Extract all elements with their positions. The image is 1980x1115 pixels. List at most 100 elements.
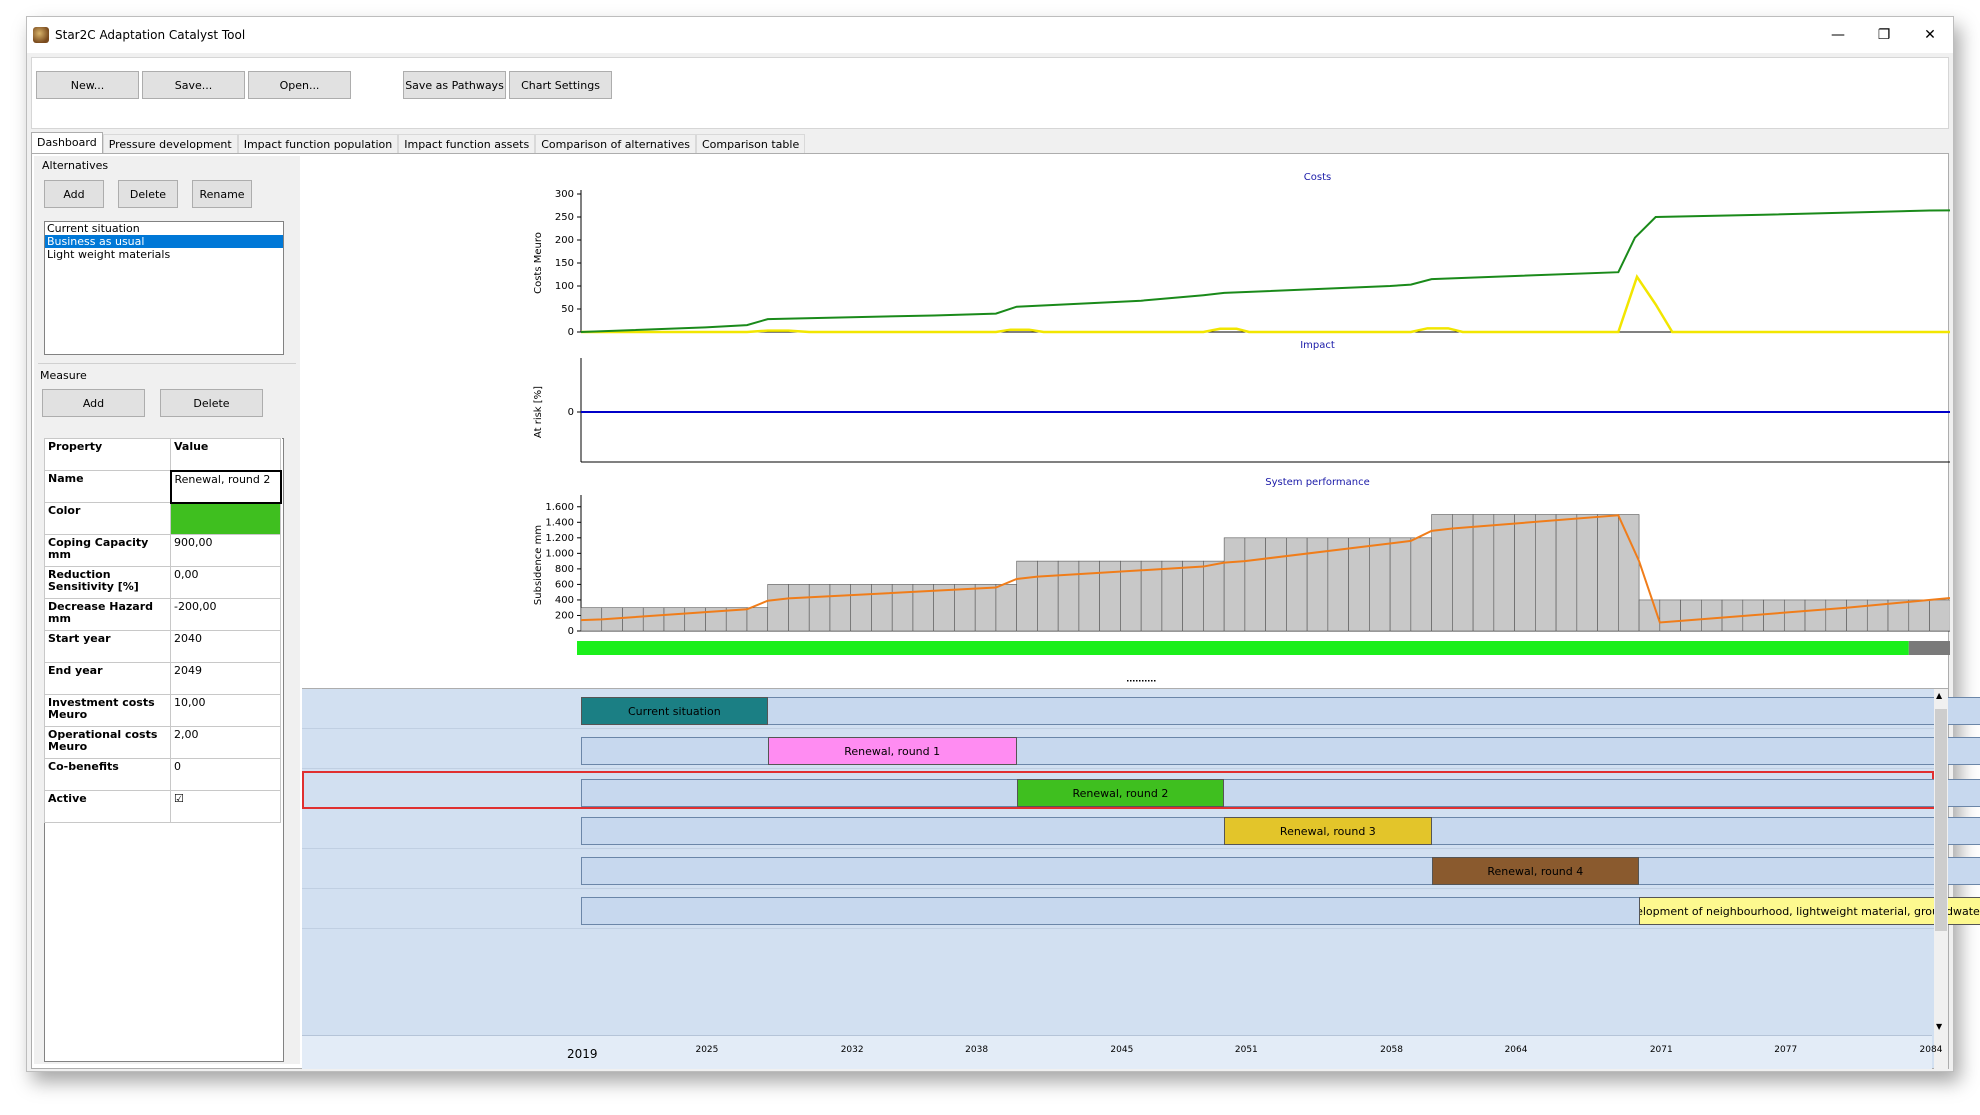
status-strip-inactive (1908, 641, 1950, 655)
tab-pressure-development[interactable]: Pressure development (102, 134, 238, 154)
y-tick-label: 150 (555, 258, 574, 269)
y-tick-label: 200 (555, 610, 574, 621)
timeline-row[interactable]: Renewal, round 1 (302, 731, 1980, 769)
splitter-grip-dot (1130, 680, 1132, 682)
minimize-button[interactable]: — (1815, 17, 1861, 53)
property-row: Decrease Hazard mm -200,00 (44, 598, 281, 631)
alternative-add-button[interactable]: Add (44, 180, 104, 208)
property-key: End year (44, 662, 171, 695)
property-key: Investment costs Meuro (44, 694, 171, 727)
property-value[interactable]: 2040 (170, 630, 281, 663)
splitter-grip-dot (1136, 680, 1138, 682)
property-row: Color (44, 502, 281, 535)
property-value[interactable]: 2,00 (170, 726, 281, 759)
tab-dashboard[interactable]: Dashboard (31, 132, 103, 154)
pathway-timeline: Current situation Renewal, round 1 Renewal… (302, 688, 1980, 1069)
y-tick-label: 1.200 (545, 533, 574, 544)
property-value[interactable]: 0 (170, 758, 281, 791)
chart-title: Impact (1300, 340, 1335, 351)
capacity-bar (954, 584, 976, 632)
alternative-rename-button[interactable]: Rename (192, 180, 252, 208)
timeline-year-label: 2025 (695, 1045, 719, 1055)
save-as-pathways-button[interactable]: Save as Pathways (403, 71, 506, 99)
save-button[interactable]: Save... (142, 71, 245, 99)
capacity-bar (974, 584, 997, 632)
capacity-bar (1472, 514, 1495, 632)
timeline-row[interactable]: Renewal, round 4 (302, 851, 1980, 889)
capacity-bar (1410, 537, 1432, 632)
color-swatch[interactable] (170, 502, 281, 535)
y-axis-label: At risk [%] (533, 386, 544, 438)
active-checkbox[interactable]: ☑ (170, 790, 281, 823)
capacity-bar (1078, 560, 1100, 632)
property-value[interactable]: 10,00 (170, 694, 281, 727)
scroll-down-icon[interactable]: ▼ (1936, 1022, 1942, 1031)
chart-settings-button[interactable]: Chart Settings (509, 71, 612, 99)
measure-block[interactable]: Renewal, round 1 (767, 737, 1017, 765)
property-value[interactable]: 2049 (170, 662, 281, 695)
y-tick-label: 0 (568, 327, 574, 338)
property-key: Name (44, 470, 171, 503)
list-item[interactable]: Current situation (45, 222, 283, 235)
property-value[interactable]: 0,00 (170, 566, 281, 599)
list-item[interactable]: Light weight materials (45, 248, 283, 261)
timeline-row[interactable]: Current situation (302, 691, 1980, 729)
title-bar: Star2C Adaptation Catalyst Tool — ❐ ✕ (27, 17, 1953, 53)
measure-block[interactable]: Redevelopment of neighbourhood, lightwei… (1639, 897, 1980, 925)
list-item-selected[interactable]: Business as usual (45, 235, 283, 248)
property-key: Operational costs Meuro (44, 726, 171, 759)
capacity-bar (1431, 514, 1453, 632)
alternatives-list[interactable]: Current situation Business as usual Ligh… (44, 221, 284, 355)
y-axis-label: Costs Meuro (533, 232, 544, 294)
splitter-grip-dot (1151, 680, 1153, 682)
property-key: Color (44, 502, 171, 535)
property-row: Active ☑ (44, 790, 281, 823)
measure-add-button[interactable]: Add (42, 389, 145, 417)
close-button[interactable]: ✕ (1907, 17, 1953, 53)
scroll-thumb[interactable] (1935, 709, 1947, 931)
capacity-bar (1452, 514, 1474, 632)
measure-delete-button[interactable]: Delete (160, 389, 263, 417)
tab-impact-function-assets[interactable]: Impact function assets (398, 134, 536, 154)
measure-block[interactable]: Renewal, round 2 (1016, 779, 1225, 807)
property-value[interactable]: -200,00 (170, 598, 281, 631)
capacity-bar (808, 584, 831, 632)
y-tick-label: 1.000 (545, 548, 574, 559)
timeline-row[interactable]: Renewal, round 3 (302, 811, 1980, 849)
alternative-delete-button[interactable]: Delete (118, 180, 178, 208)
status-strip-active (577, 641, 1909, 655)
capacity-bar (1161, 560, 1183, 632)
capacity-bar (1908, 599, 1930, 632)
y-tick-label: 200 (555, 235, 574, 246)
timeline-scrollbar[interactable]: ▲ ▼ (1934, 689, 1948, 1069)
capacity-bar (1887, 599, 1910, 632)
timeline-year-label: 2019 (567, 1047, 598, 1061)
capacity-bar (1804, 599, 1827, 632)
open-button[interactable]: Open... (248, 71, 351, 99)
scroll-up-icon[interactable]: ▲ (1936, 691, 1942, 700)
property-header: Property (44, 438, 171, 471)
measure-block[interactable]: Current situation (581, 697, 768, 725)
divider (38, 363, 296, 364)
timeline-row-selected[interactable]: Renewal, round 2 (302, 771, 1980, 809)
property-value[interactable]: 900,00 (170, 534, 281, 567)
timeline-year-label: 2045 (1110, 1045, 1134, 1055)
measure-block[interactable]: Renewal, round 4 (1431, 857, 1640, 885)
capacity-bar (1846, 599, 1868, 632)
splitter-grip-dot (1145, 680, 1147, 682)
y-axis-label: Subsidence mm (533, 525, 544, 605)
app-window: Star2C Adaptation Catalyst Tool — ❐ ✕ Ne… (26, 16, 1980, 1072)
tab-comparison-table[interactable]: Comparison table (696, 134, 806, 154)
capacity-bar (850, 584, 872, 632)
measure-block[interactable]: Renewal, round 3 (1224, 817, 1432, 845)
capacity-bar (1514, 514, 1536, 632)
tab-impact-function-population[interactable]: Impact function population (237, 134, 399, 154)
capacity-bar (1783, 599, 1806, 632)
tab-comparison-of-alternatives[interactable]: Comparison of alternatives (535, 134, 696, 154)
y-tick-label: 600 (555, 579, 574, 590)
name-field[interactable]: Renewal, round 2 (169, 469, 282, 504)
restore-button[interactable]: ❐ (1861, 17, 1907, 53)
timeline-row[interactable]: Redevelopment of neighbourhood, lightwei… (302, 891, 1980, 929)
timeline-year-label: 2084 (1919, 1045, 1943, 1055)
new-button[interactable]: New... (36, 71, 139, 99)
